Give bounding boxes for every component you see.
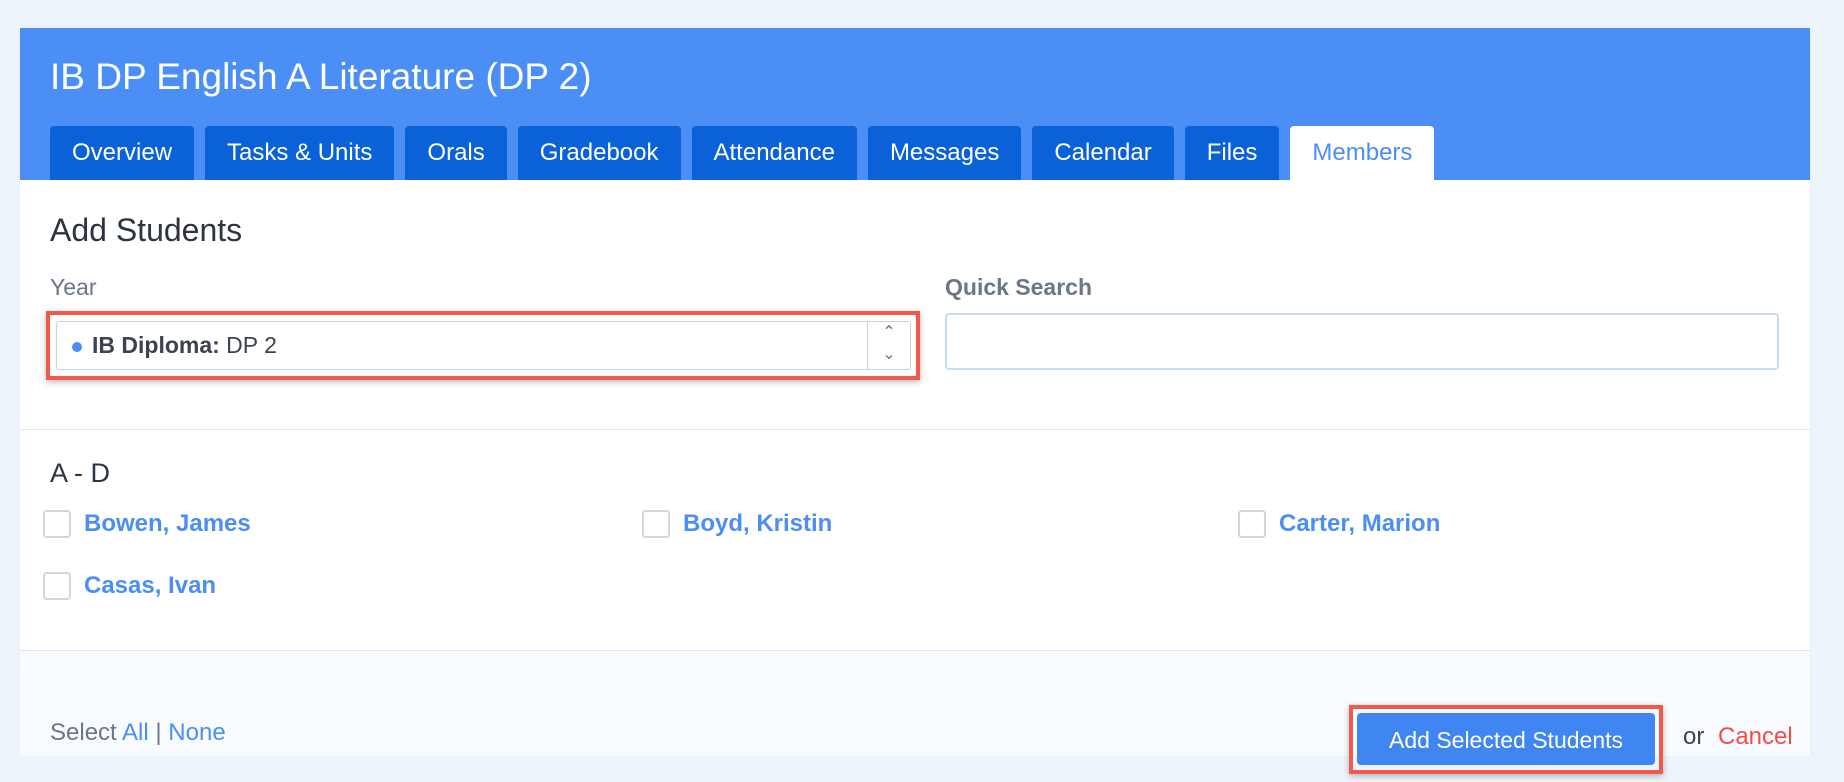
add-students-title: Add Students (50, 212, 243, 248)
student-row-bowen-james[interactable]: Bowen, James (43, 510, 251, 538)
year-select[interactable]: IB Diploma: DP 2 ⌃ ⌄ (56, 321, 911, 370)
tab-orals[interactable]: Orals (405, 126, 507, 180)
chevron-up-icon[interactable]: ⌃ (868, 322, 910, 344)
selected-year-program: IB Diploma: (92, 332, 220, 358)
select-label: Select (50, 719, 117, 746)
selected-year-dot-icon (72, 342, 82, 352)
quick-search-label: Quick Search (945, 274, 1093, 300)
select-separator: | (155, 719, 162, 746)
page-title: IB DP English A Literature (DP 2) (50, 56, 592, 97)
select-none-link[interactable]: None (168, 719, 225, 746)
student-checkbox[interactable] (43, 572, 71, 600)
tab-attendance[interactable]: Attendance (691, 126, 857, 180)
student-checkbox[interactable] (43, 510, 71, 538)
year-stepper[interactable]: ⌃ ⌄ (867, 322, 910, 369)
form-divider (20, 429, 1810, 430)
student-name[interactable]: Carter, Marion (1279, 512, 1440, 536)
quick-search-input[interactable] (945, 313, 1779, 370)
select-all-link[interactable]: All (122, 719, 149, 746)
student-name[interactable]: Boyd, Kristin (683, 512, 832, 536)
chevron-down-icon[interactable]: ⌄ (868, 344, 910, 366)
course-tabs: Overview Tasks & Units Orals Gradebook A… (50, 126, 1435, 180)
student-checkbox[interactable] (1238, 510, 1266, 538)
student-name[interactable]: Casas, Ivan (84, 574, 216, 598)
student-checkbox[interactable] (642, 510, 670, 538)
year-label: Year (50, 274, 97, 300)
student-row-carter-marion[interactable]: Carter, Marion (1238, 510, 1440, 538)
select-controls: Select All | None (50, 721, 226, 745)
tab-members[interactable]: Members (1290, 126, 1435, 180)
tab-files[interactable]: Files (1184, 126, 1280, 180)
tab-tasks-units[interactable]: Tasks & Units (205, 126, 395, 180)
tab-gradebook[interactable]: Gradebook (517, 126, 681, 180)
student-row-casas-ivan[interactable]: Casas, Ivan (43, 572, 216, 600)
student-name[interactable]: Bowen, James (84, 512, 251, 536)
selected-year-value: IB Diploma: DP 2 (92, 334, 277, 357)
tab-overview[interactable]: Overview (50, 126, 195, 180)
tab-messages[interactable]: Messages (867, 126, 1022, 180)
student-group-title: A - D (50, 458, 111, 488)
course-header: IB DP English A Literature (DP 2) Overvi… (20, 28, 1810, 180)
add-selected-students-button[interactable]: Add Selected Students (1357, 713, 1655, 765)
student-row-boyd-kristin[interactable]: Boyd, Kristin (642, 510, 832, 538)
selected-year-grade: DP 2 (226, 332, 277, 358)
tab-calendar[interactable]: Calendar (1032, 126, 1174, 180)
course-card: IB DP English A Literature (DP 2) Overvi… (20, 28, 1810, 774)
cancel-link[interactable]: Cancel (1718, 725, 1793, 749)
or-text: or (1683, 723, 1705, 750)
